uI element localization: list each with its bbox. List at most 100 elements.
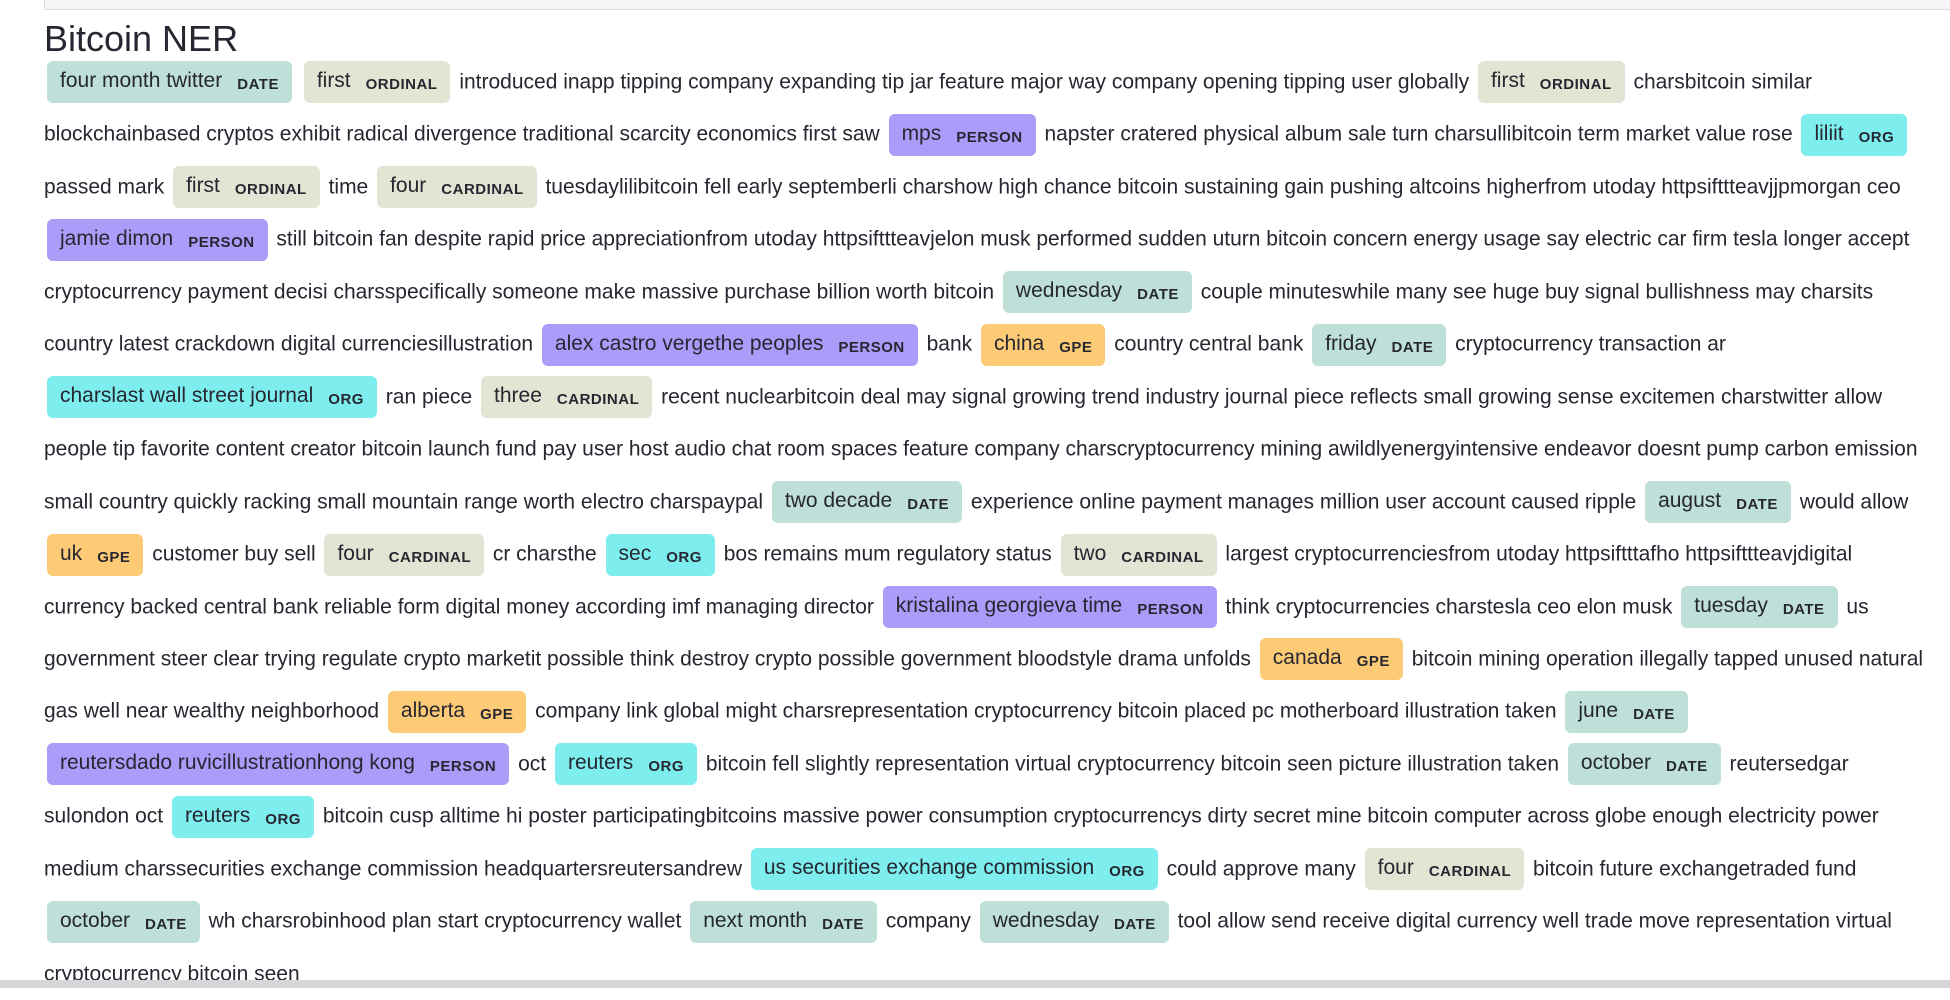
entity-text: china [994, 331, 1045, 355]
entity-label: CARDINAL [388, 548, 471, 566]
entity-gpe: uk GPE [47, 533, 144, 576]
entity-text: jamie dimon [60, 226, 174, 250]
plain-text: cryptocurrency transaction ar [1455, 332, 1726, 356]
entity-text: first [1490, 69, 1525, 93]
entity-date: wednesday DATE [979, 900, 1169, 943]
entity-label: CARDINAL [556, 391, 640, 409]
entity-ordinal: first ORDINAL [303, 61, 451, 104]
entity-label: DATE [1782, 600, 1825, 618]
entity-text: two [1073, 541, 1107, 565]
entity-org: reuters ORG [171, 795, 314, 838]
entity-date: two decade DATE [771, 481, 962, 524]
entity-text: first [186, 174, 220, 198]
entity-label: GPE [480, 705, 514, 723]
entity-text: mps [901, 121, 942, 145]
entity-text: friday [1325, 331, 1377, 355]
entity-gpe: canada GPE [1259, 638, 1403, 681]
entity-label: ORG [265, 810, 301, 828]
entity-text: alberta [400, 698, 466, 722]
entity-date: four month twitter DATE [47, 61, 292, 104]
entity-label: DATE [1633, 705, 1675, 723]
entity-text: three [494, 384, 542, 408]
entity-org: reuters ORG [554, 743, 697, 786]
entity-label: ORDINAL [365, 76, 438, 94]
entity-label: CARDINAL [1121, 548, 1204, 566]
entity-text: next month [703, 908, 808, 932]
entity-cardinal: two CARDINAL [1060, 533, 1217, 576]
entity-label: ORDINAL [234, 181, 307, 199]
entity-date: wednesday DATE [1002, 271, 1192, 314]
entity-org: charslast wall street journal ORG [47, 376, 377, 419]
plain-text: tuesdaylilibitcoin fell early septemberl… [545, 175, 1901, 199]
entity-label: DATE [1114, 915, 1156, 933]
entity-org: sec ORG [605, 533, 715, 576]
entity-cardinal: four CARDINAL [1364, 848, 1525, 891]
entity-org: liliit ORG [1801, 113, 1908, 156]
entity-person: reutersdado ruvicillustrationhong kong PE… [47, 743, 510, 786]
plain-text: company [885, 909, 971, 933]
plain-text: bos remains mum regulatory status [723, 542, 1052, 566]
entity-label: DATE [237, 76, 279, 94]
entity-cardinal: three CARDINAL [481, 376, 653, 419]
plain-text: napster cratered physical album sale tur… [1044, 122, 1793, 146]
ner-annotated-text: four month twitter DATE first ORDINAL intr… [44, 56, 1934, 1000]
entity-label: ORG [666, 548, 702, 566]
entity-label: DATE [1137, 286, 1179, 304]
entity-text: tuesday [1694, 593, 1768, 617]
entity-date: tuesday DATE [1681, 585, 1838, 628]
entity-person: kristalina georgieva time PERSON [882, 585, 1217, 628]
entity-label: PERSON [188, 233, 255, 251]
entity-text: reutersdado ruvicillustrationhong kong [60, 751, 415, 775]
top-frame-edge [44, 0, 1950, 10]
entity-text: reuters [184, 803, 251, 827]
entity-text: wednesday [992, 908, 1099, 932]
entity-label: GPE [97, 548, 131, 566]
entity-text: october [60, 908, 131, 932]
plain-text: experience online payment manages millio… [970, 490, 1637, 514]
entity-text: us securities exchange commission [763, 856, 1095, 880]
entity-label: PERSON [1137, 600, 1204, 618]
entity-text: liliit [1814, 121, 1844, 145]
entity-text: four [337, 541, 374, 565]
entity-label: PERSON [838, 338, 905, 356]
plain-text: wh charsrobinhood plan start cryptocurre… [208, 909, 682, 933]
entity-label: ORG [328, 391, 364, 409]
entity-gpe: china GPE [981, 323, 1106, 366]
entity-text: uk [60, 541, 83, 565]
plain-text: ran piece [385, 385, 473, 409]
plain-text: country central bank [1114, 332, 1304, 356]
entity-label: ORG [648, 758, 684, 776]
horizontal-scrollbar[interactable] [0, 980, 1950, 988]
plain-text: could approve many [1166, 857, 1356, 881]
entity-ordinal: first ORDINAL [173, 166, 320, 209]
entity-label: PERSON [956, 128, 1023, 146]
entity-text: charslast wall street journal [60, 384, 314, 408]
entity-label: DATE [145, 915, 187, 933]
entity-date: next month DATE [690, 900, 877, 943]
entity-date: october DATE [1567, 743, 1721, 786]
entity-label: DATE [1736, 496, 1778, 514]
entity-person: mps PERSON [888, 113, 1036, 156]
entity-text: sec [618, 541, 652, 565]
entity-label: CARDINAL [1428, 863, 1512, 881]
plain-text: passed mark [44, 175, 165, 199]
entity-text: wednesday [1015, 279, 1123, 303]
entity-text: alex castro vergethe peoples [554, 331, 824, 355]
entity-label: CARDINAL [441, 181, 524, 199]
entity-text: two decade [784, 489, 893, 513]
entity-text: kristalina georgieva time [895, 593, 1123, 617]
entity-label: GPE [1356, 653, 1390, 671]
plain-text: company link global might charsrepresent… [535, 699, 1557, 723]
entity-date: june DATE [1565, 690, 1688, 733]
plain-text: oct [518, 752, 547, 776]
entity-text: august [1658, 489, 1722, 513]
entity-text: first [316, 69, 351, 93]
plain-text: introduced inapp tipping company expandi… [459, 70, 1470, 94]
entity-text: four [1377, 856, 1414, 880]
entity-cardinal: four CARDINAL [377, 166, 537, 209]
plain-text: customer buy sell [152, 542, 316, 566]
entity-text: reuters [567, 751, 634, 775]
entity-text: june [1578, 698, 1619, 722]
plain-text: bank [926, 332, 973, 356]
entity-label: DATE [1665, 758, 1708, 776]
